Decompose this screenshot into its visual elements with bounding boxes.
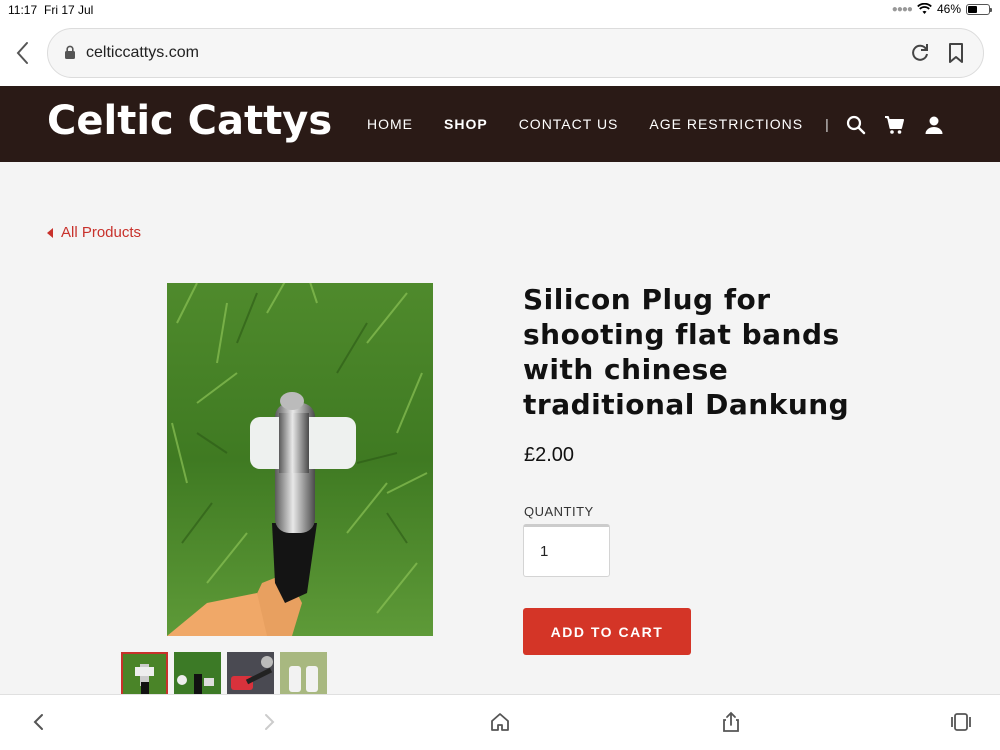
add-to-cart-button[interactable]: ADD TO CART — [523, 608, 691, 655]
address-bar[interactable]: celticcattys.com — [47, 28, 984, 78]
status-time: 11:17 — [8, 3, 38, 17]
browser-toolbar: celticcattys.com — [0, 22, 1000, 86]
thumbnail-2[interactable] — [174, 652, 221, 696]
nav-shop[interactable]: SHOP — [444, 116, 488, 132]
product-price: £2.00 — [524, 444, 575, 466]
back-icon[interactable] — [12, 40, 34, 66]
status-date: Fri 17 Jul — [44, 3, 94, 17]
quantity-label: QUANTITY — [524, 504, 594, 519]
thumbnail-3[interactable] — [227, 652, 274, 696]
caret-left-icon — [47, 227, 53, 238]
all-products-label: All Products — [61, 224, 142, 241]
account-icon[interactable] — [923, 114, 945, 136]
nav-separator: | — [825, 116, 830, 132]
site-header: Celtic Cattys HOME SHOP CONTACT US AGE R… — [0, 86, 1000, 162]
browser-bottom-toolbar — [0, 694, 1000, 750]
product-image[interactable] — [167, 283, 433, 636]
nav-home[interactable]: HOME — [367, 116, 413, 132]
home-icon[interactable] — [489, 711, 511, 733]
battery-icon — [966, 3, 992, 15]
all-products-link[interactable]: All Products — [47, 224, 141, 241]
nav-contact-us[interactable]: CONTACT US — [519, 116, 619, 132]
status-bar: 11:17 Fri 17 Jul ●●●● 46% — [0, 0, 1000, 22]
signal-icon: ●●●● — [891, 3, 913, 15]
search-icon[interactable] — [845, 114, 867, 136]
thumbnail-1[interactable] — [121, 652, 168, 696]
site-logo[interactable]: Celtic Cattys — [47, 98, 332, 144]
wifi-icon — [917, 3, 932, 14]
product-title: Silicon Plug for shooting flat bands wit… — [523, 283, 850, 421]
quantity-input[interactable] — [523, 524, 610, 577]
back-arrow-icon[interactable] — [28, 711, 50, 733]
reload-icon[interactable] — [909, 42, 931, 64]
share-icon[interactable] — [720, 711, 742, 733]
url-text: celticcattys.com — [86, 44, 199, 61]
cart-icon[interactable] — [884, 114, 906, 136]
nav-age-restrictions[interactable]: AGE RESTRICTIONS — [649, 116, 803, 132]
tabs-icon[interactable] — [950, 711, 972, 733]
forward-arrow-icon[interactable] — [258, 711, 280, 733]
battery-percent: 46% — [936, 2, 961, 16]
main-nav: HOME SHOP CONTACT US AGE RESTRICTIONS | — [367, 116, 848, 132]
lock-icon — [65, 45, 75, 59]
thumbnail-4[interactable] — [280, 652, 327, 696]
bookmark-icon[interactable] — [945, 42, 967, 64]
